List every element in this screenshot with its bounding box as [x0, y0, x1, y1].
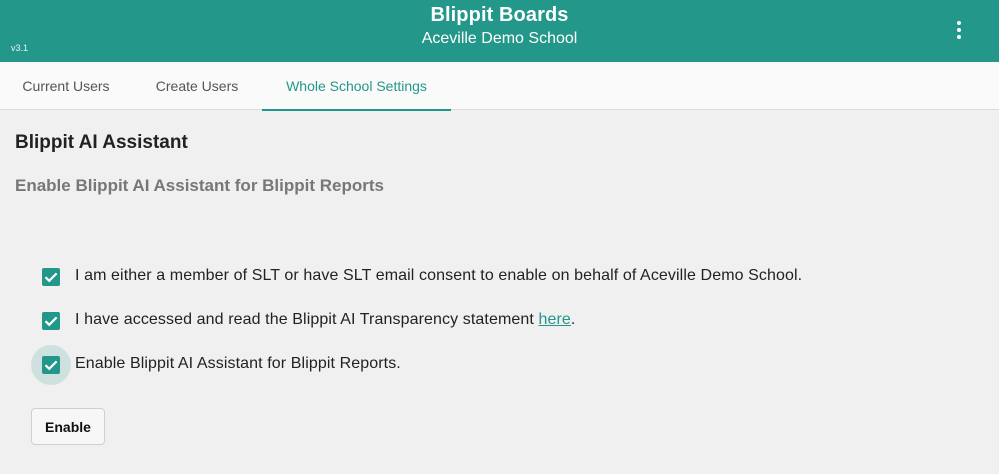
check-icon [44, 360, 58, 371]
tab-bar: Current Users Create Users Whole School … [0, 62, 999, 111]
app-bar: Blippit Boards Aceville Demo School v3.1 [0, 0, 999, 62]
checkbox-enable-ai[interactable] [31, 345, 71, 385]
checkbox-slt-consent[interactable] [31, 257, 71, 297]
more-vert-icon[interactable] [944, 14, 974, 46]
check-icon [44, 316, 58, 327]
tab-whole-school-settings[interactable]: Whole School Settings [262, 62, 451, 111]
app-title: Blippit Boards [430, 4, 569, 26]
check-icon [44, 272, 58, 283]
section-subtitle: Enable Blippit AI Assistant for Blippit … [15, 176, 384, 195]
tab-current-users[interactable]: Current Users [0, 62, 132, 110]
version-label: v3.1 [11, 43, 29, 53]
enable-button[interactable]: Enable [31, 408, 105, 445]
transparency-link[interactable]: here [538, 311, 570, 328]
consent-label-transparency: I have accessed and read the Blippit AI … [75, 311, 576, 328]
consent-label-slt: I am either a member of SLT or have SLT … [75, 267, 803, 284]
consent-label-enable: Enable Blippit AI Assistant for Blippit … [75, 355, 401, 372]
consent-option-slt: I am either a member of SLT or have SLT … [0, 257, 999, 297]
tab-create-users[interactable]: Create Users [132, 62, 262, 110]
section-title: Blippit AI Assistant [15, 132, 188, 153]
school-name: Aceville Demo School [421, 30, 578, 47]
consent-option-enable: Enable Blippit AI Assistant for Blippit … [0, 345, 999, 385]
checkbox-transparency[interactable] [31, 301, 71, 341]
consent-option-transparency: I have accessed and read the Blippit AI … [0, 301, 999, 341]
